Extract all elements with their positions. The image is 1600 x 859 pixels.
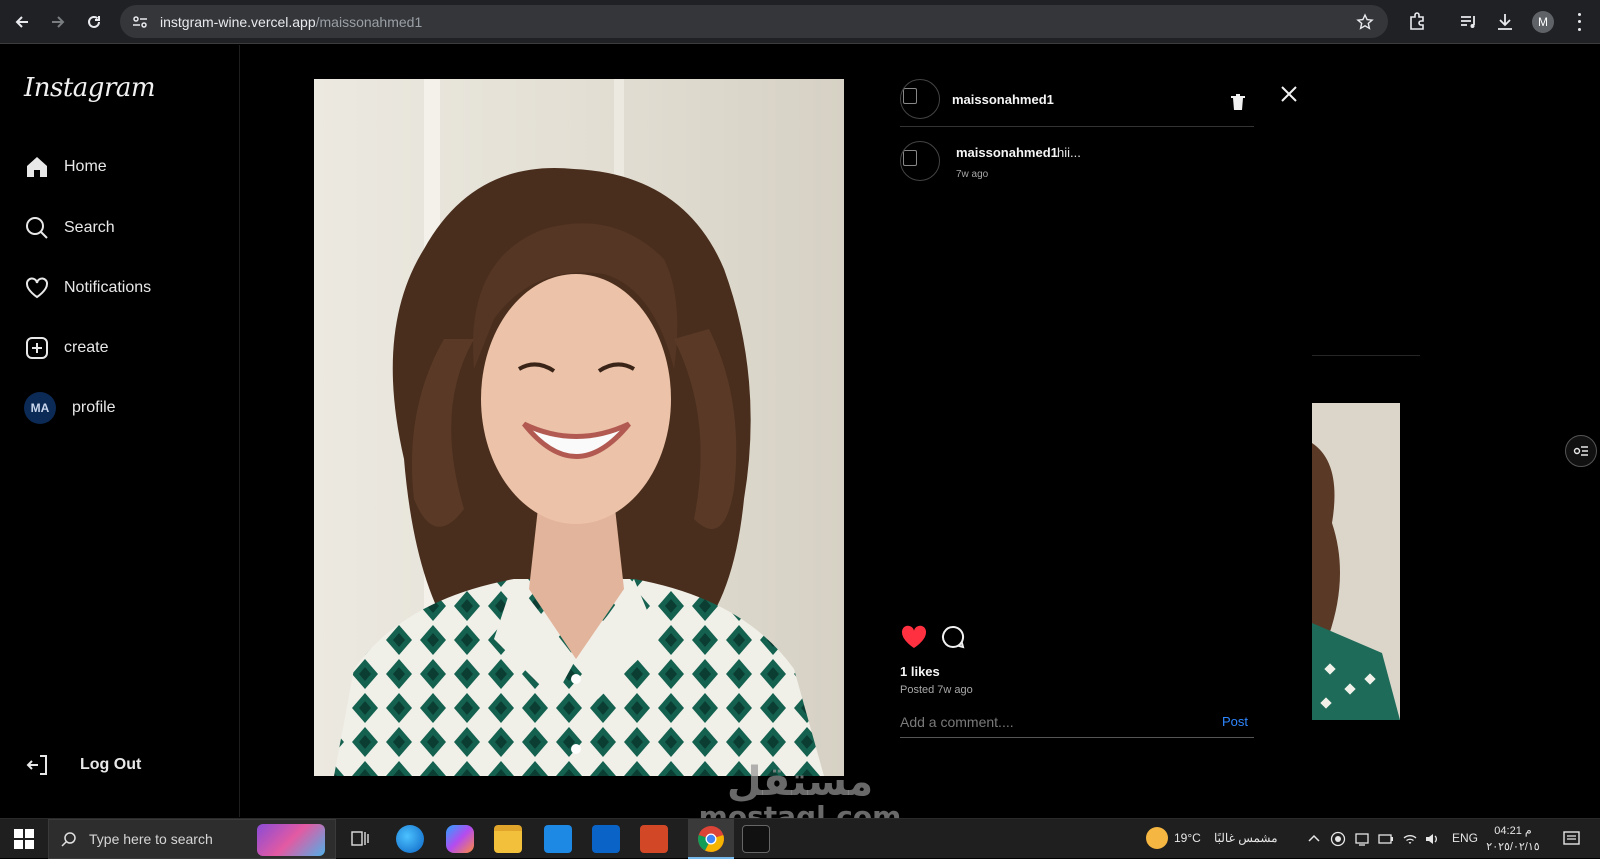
site-info-icon[interactable] xyxy=(132,14,148,30)
logout-button[interactable]: Log Out xyxy=(24,750,141,780)
likes-count: 1 likes xyxy=(900,664,940,679)
sidebar-item-profile[interactable]: MA profile xyxy=(24,392,116,424)
record-icon[interactable] xyxy=(1330,831,1346,847)
browser-profile-avatar[interactable]: M xyxy=(1532,11,1554,33)
home-icon xyxy=(27,157,47,177)
sidebar-item-label: Search xyxy=(64,219,115,236)
sidebar-item-notifications[interactable]: Notifications xyxy=(24,273,151,303)
avatar[interactable] xyxy=(900,141,940,181)
browser-toolbar: instgram-wine.vercel.app/maissonahmed1 M xyxy=(0,0,1600,44)
post-comment-button[interactable]: Post xyxy=(1222,714,1248,729)
task-view-icon[interactable] xyxy=(350,829,370,849)
plus-square-icon xyxy=(26,337,48,359)
windows-start-icon[interactable] xyxy=(14,829,34,849)
sidebar-item-search[interactable]: Search xyxy=(24,213,115,243)
comment-text: hii... xyxy=(1057,145,1081,160)
trash-icon[interactable] xyxy=(1230,93,1246,111)
weather-text[interactable]: مشمس غالبًا xyxy=(1214,831,1278,845)
background-divider xyxy=(1312,355,1420,356)
avatar: MA xyxy=(24,392,56,424)
comment-username[interactable]: maissonahmed1 xyxy=(956,145,1058,160)
post-image xyxy=(314,79,844,776)
list-filter-icon xyxy=(1573,446,1588,456)
post-header: maissonahmed1 xyxy=(900,79,1254,127)
side-panel-button[interactable] xyxy=(1565,435,1597,467)
wifi-icon[interactable] xyxy=(1402,831,1418,847)
post-username[interactable]: maissonahmed1 xyxy=(952,92,1054,107)
clock-time: 04:21 م xyxy=(1494,825,1532,837)
outlook-icon[interactable] xyxy=(592,825,620,853)
search-icon xyxy=(26,217,48,239)
taskbar-search[interactable]: Type here to search xyxy=(48,819,336,859)
media-controls-icon[interactable] xyxy=(1458,11,1480,33)
notifications-center-icon[interactable] xyxy=(1562,829,1582,849)
post-detail-panel: maissonahmed1 maissonahmed1 hii... 7w ag… xyxy=(900,79,1254,739)
sidebar-item-create[interactable]: create xyxy=(24,333,108,363)
url-path: /maissonahmed1 xyxy=(315,13,423,30)
search-highlight-image xyxy=(257,824,325,856)
comment-item: maissonahmed1 hii... 7w ago xyxy=(900,141,1254,201)
back-icon[interactable] xyxy=(10,10,34,34)
thumbnail-image xyxy=(1312,403,1400,720)
microsoft-store-icon[interactable] xyxy=(544,825,572,853)
logout-label: Log Out xyxy=(80,756,142,773)
bookmark-star-icon[interactable] xyxy=(1356,13,1374,31)
taskbar-search-placeholder: Type here to search xyxy=(89,831,213,847)
comment-input[interactable] xyxy=(900,710,1200,734)
download-icon[interactable] xyxy=(1494,11,1516,33)
url-host: instgram-wine.vercel.app xyxy=(160,13,316,30)
portrait-photo xyxy=(314,79,844,776)
sidebar-item-label: Notifications xyxy=(64,279,152,296)
terminal-icon[interactable] xyxy=(742,825,770,853)
sidebar-item-label: Home xyxy=(64,158,107,175)
heart-icon xyxy=(26,277,48,299)
logout-icon xyxy=(26,755,47,775)
comment-timestamp: 7w ago xyxy=(956,169,989,180)
chrome-icon xyxy=(698,826,724,852)
battery-icon[interactable] xyxy=(1378,831,1394,847)
taskbar-active-app[interactable] xyxy=(688,819,734,859)
sidebar-item-home[interactable]: Home xyxy=(24,152,107,182)
sidebar-item-label: profile xyxy=(72,399,116,416)
sidebar: Instagram Home Search Notifications crea… xyxy=(0,45,240,817)
windows-taskbar: Type here to search 19°C مشمس غالبًا ENG… xyxy=(0,818,1600,859)
comment-form: Post xyxy=(900,708,1254,738)
chevron-up-icon[interactable] xyxy=(1308,833,1320,843)
sidebar-item-label: create xyxy=(64,339,109,356)
comment-icon[interactable] xyxy=(940,624,966,650)
avatar[interactable] xyxy=(900,79,940,119)
volume-icon[interactable] xyxy=(1424,831,1440,847)
language-indicator[interactable]: ENG xyxy=(1452,831,1478,845)
weather-icon[interactable] xyxy=(1146,827,1168,849)
posted-time: Posted 7w ago xyxy=(900,684,973,696)
powerpoint-icon[interactable] xyxy=(640,825,668,853)
forward-icon[interactable] xyxy=(46,10,70,34)
extensions-icon[interactable] xyxy=(1406,11,1428,33)
edge-icon[interactable] xyxy=(396,825,424,853)
close-icon[interactable] xyxy=(1278,83,1300,105)
address-bar[interactable]: instgram-wine.vercel.app/maissonahmed1 xyxy=(120,5,1388,38)
weather-temp[interactable]: 19°C xyxy=(1174,831,1201,845)
clock-date: ٢٠٢٥/٠٢/١٥ xyxy=(1486,841,1540,853)
like-heart-icon[interactable] xyxy=(900,624,928,650)
network-icon[interactable] xyxy=(1354,831,1370,847)
file-explorer-icon[interactable] xyxy=(494,825,522,853)
instagram-logo[interactable]: Instagram xyxy=(24,73,156,103)
reload-icon[interactable] xyxy=(82,10,106,34)
background-post-thumbnail[interactable] xyxy=(1312,403,1400,720)
taskbar-clock[interactable]: 04:21 م ٢٠٢٥/٠٢/١٥ xyxy=(1478,823,1548,855)
copilot-icon[interactable] xyxy=(446,825,474,853)
browser-menu-icon[interactable] xyxy=(1574,11,1584,33)
search-icon xyxy=(61,832,76,847)
